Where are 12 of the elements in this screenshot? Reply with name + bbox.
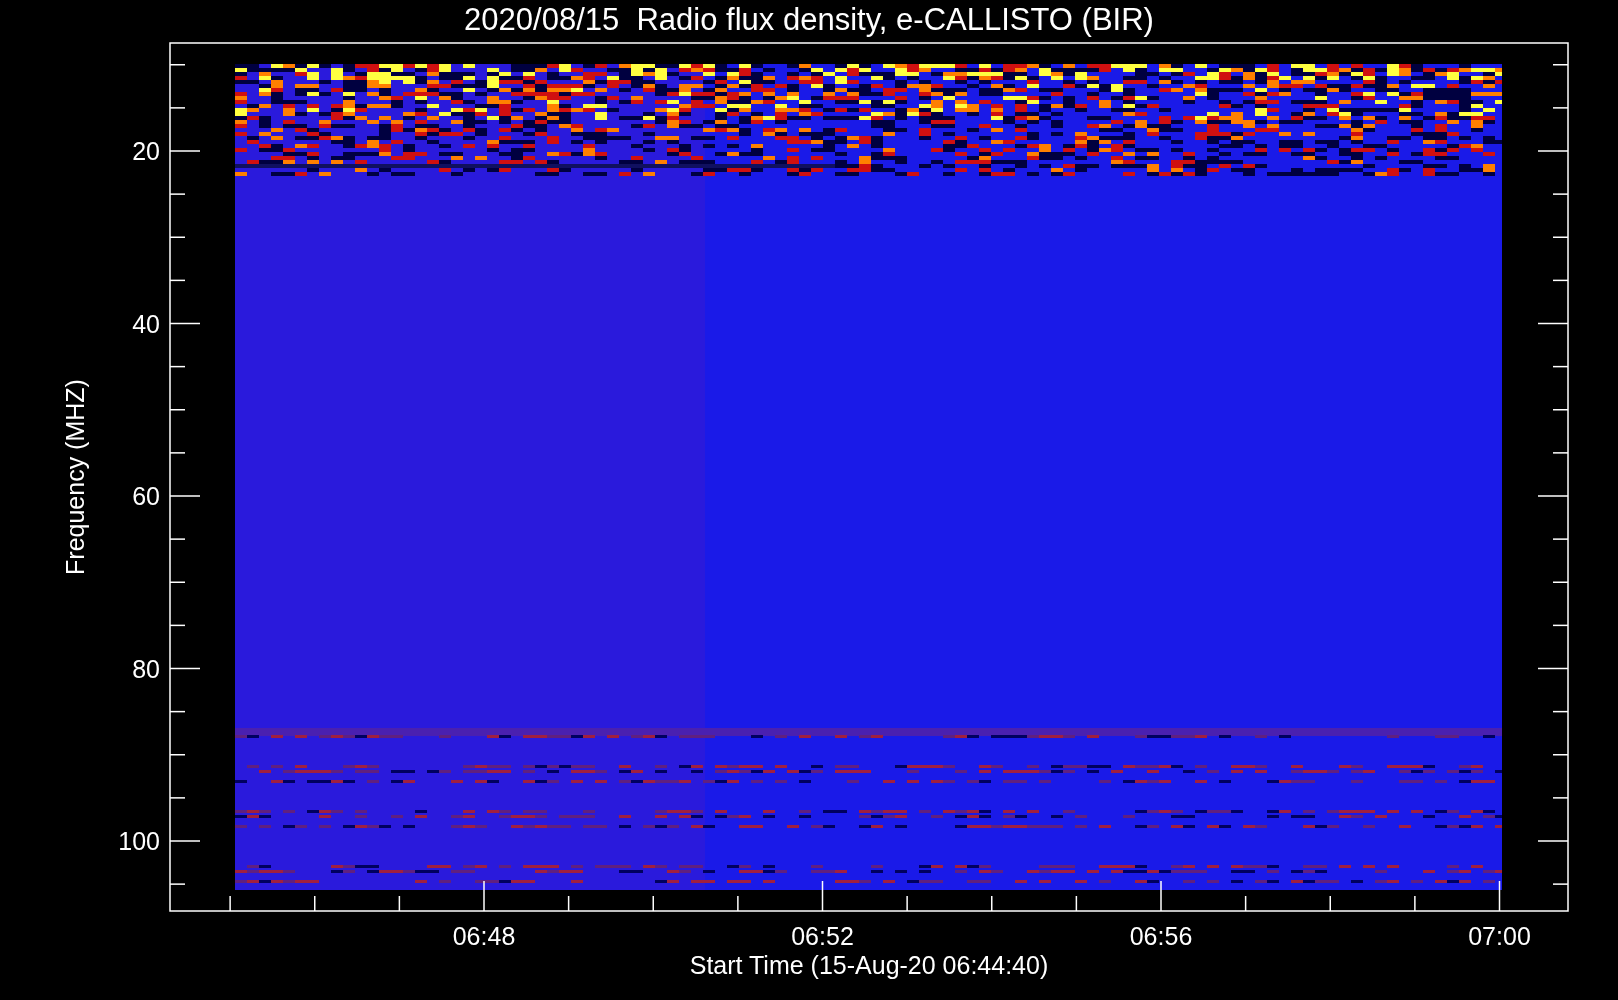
- y-axis-label: Frequency (MHZ): [61, 379, 89, 575]
- x-tick-label: 06:48: [452, 922, 516, 950]
- y-tick-label: 100: [118, 827, 160, 855]
- y-tick-label: 40: [132, 309, 160, 338]
- x-axis-label: Start Time (15-Aug-20 06:44:40): [689, 951, 1049, 979]
- x-tick-label: 06:52: [791, 922, 854, 950]
- y-tick-label: 20: [132, 137, 160, 165]
- x-tick-label: 07:00: [1468, 922, 1531, 950]
- y-tick-label: 60: [132, 482, 160, 510]
- y-tick-label: 80: [132, 654, 160, 683]
- x-tick-label: 06:56: [1129, 922, 1193, 950]
- chart-title: 2020/08/15 Radio flux density, e-CALLISTO (BIR): [464, 1, 1154, 39]
